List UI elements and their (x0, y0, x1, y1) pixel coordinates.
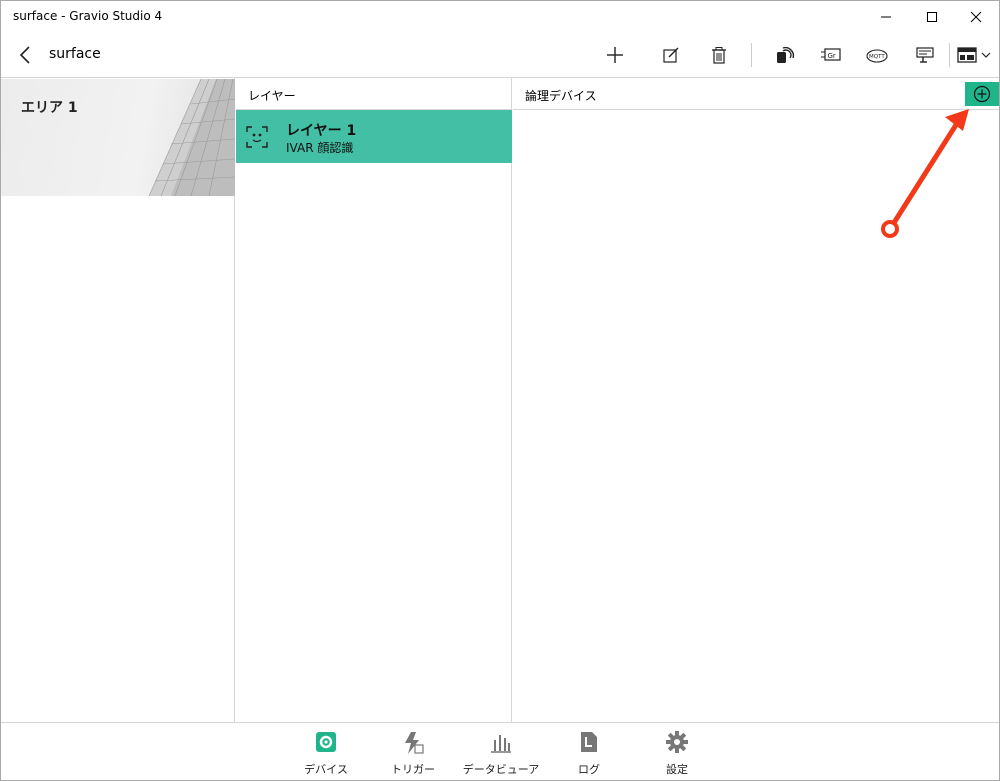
camera-gr-button[interactable]: Gr (815, 39, 847, 71)
add-button[interactable] (599, 39, 631, 71)
device-column: 論理デバイス (513, 78, 999, 723)
nav-trigger-label: トリガー (391, 763, 435, 776)
bottom-nav: デバイス トリガー データビューア ログ 設定 (1, 722, 999, 780)
nav-trigger[interactable]: トリガー (373, 731, 453, 777)
gear-icon (316, 732, 336, 752)
layer-column: レイヤー レイヤー 1 IVAR 顔認識 (236, 78, 512, 723)
close-button[interactable] (953, 1, 999, 33)
back-button[interactable] (11, 41, 39, 69)
app-window: surface - Gravio Studio 4 surface Gr MQT… (0, 0, 1000, 781)
svg-text:MQTT: MQTT (869, 54, 885, 60)
layout-dropdown[interactable] (953, 39, 995, 71)
minimize-button[interactable] (863, 1, 909, 33)
edit-button[interactable] (655, 39, 687, 71)
close-icon (970, 11, 982, 23)
nav-log-label: ログ (578, 763, 600, 776)
log-icon (581, 732, 597, 752)
minimize-icon (881, 16, 891, 18)
layer-name: レイヤー 1 (286, 123, 357, 139)
nfc-button[interactable] (769, 39, 801, 71)
area-card[interactable]: エリア 1 (1, 79, 235, 196)
add-icon (607, 47, 623, 63)
page-title: surface (49, 46, 101, 62)
mqtt-button[interactable]: MQTT (861, 39, 893, 71)
delete-icon (712, 47, 726, 64)
bar-chart-icon (491, 735, 511, 753)
main-content: エリア 1 レイヤー レイヤー 1 IVAR 顔認識 論理デバイス (1, 77, 999, 723)
toolbar-separator (949, 43, 950, 67)
add-device-button[interactable] (965, 82, 999, 106)
chevron-down-icon (981, 52, 991, 58)
nav-settings[interactable]: 設定 (637, 731, 717, 777)
back-arrow-icon (19, 46, 30, 64)
nav-devices-label: デバイス (304, 763, 348, 776)
settings-icon (666, 731, 688, 753)
toolbar-separator (751, 43, 752, 67)
area-label: エリア 1 (21, 100, 78, 116)
app-header: surface Gr MQTT (1, 33, 999, 77)
layer-subtitle: IVAR 顔認識 (286, 141, 354, 155)
face-recognition-icon (246, 126, 268, 152)
svg-text:Gr: Gr (828, 52, 836, 60)
building-image (148, 79, 235, 196)
maximize-button[interactable] (909, 1, 955, 33)
device-header: 論理デバイス (513, 78, 999, 110)
nfc-icon (777, 46, 795, 63)
nav-settings-label: 設定 (666, 763, 688, 776)
trigger-icon (405, 732, 424, 754)
mqtt-icon: MQTT (866, 49, 888, 63)
edit-icon (663, 47, 679, 63)
nav-devices[interactable]: デバイス (286, 731, 366, 777)
add-circle-icon (973, 85, 991, 103)
area-column: エリア 1 (1, 78, 235, 723)
camera-gr-icon: Gr (821, 48, 841, 61)
layout-icon (957, 47, 977, 63)
display-icon (916, 47, 934, 63)
layer-header: レイヤー (236, 78, 511, 110)
layer-item[interactable]: レイヤー 1 IVAR 顔認識 (236, 110, 512, 163)
nav-dataviewer[interactable]: データビューア (461, 731, 541, 777)
maximize-icon (927, 12, 937, 22)
nav-dataviewer-label: データビューア (462, 763, 540, 776)
nav-log[interactable]: ログ (549, 731, 629, 777)
delete-button[interactable] (703, 39, 735, 71)
display-button[interactable] (909, 39, 941, 71)
window-title: surface - Gravio Studio 4 (13, 9, 163, 23)
title-bar: surface - Gravio Studio 4 (1, 1, 999, 33)
